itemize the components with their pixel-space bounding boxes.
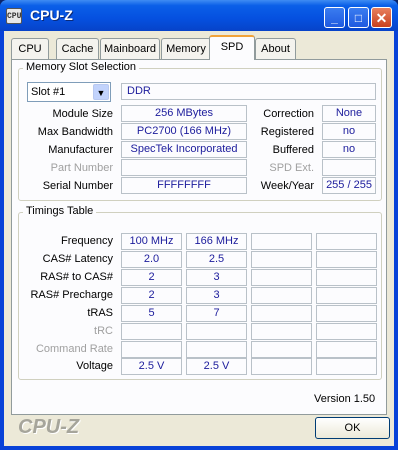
timing-row-label: RAS# to CAS# [40, 271, 113, 283]
timing-cell [251, 251, 312, 268]
timings-table-title: Timings Table [23, 205, 97, 217]
correction-label: Correction [263, 108, 314, 120]
week-year-label: Week/Year [260, 180, 314, 192]
timing-cell [121, 341, 182, 358]
timing-cell [186, 323, 247, 340]
timing-cell: 100 MHz [121, 233, 182, 250]
tab-spd[interactable]: SPD [209, 35, 255, 60]
timing-cell [251, 233, 312, 250]
tab-cache[interactable]: Cache [56, 38, 99, 59]
timing-row-label: RAS# Precharge [30, 289, 113, 301]
timing-cell: 2.5 V [121, 358, 182, 375]
timing-cell [251, 341, 312, 358]
timing-cell [316, 305, 377, 322]
timing-cell [316, 287, 377, 304]
minimize-icon: _ [331, 11, 338, 25]
timing-cell: 2.5 V [186, 358, 247, 375]
timing-cell [316, 358, 377, 375]
part-number-value [121, 159, 247, 176]
close-button[interactable]: ✕ [371, 7, 392, 28]
registered-value: no [322, 123, 376, 140]
registered-label: Registered [260, 126, 314, 138]
timing-cell [186, 341, 247, 358]
maximize-icon: □ [354, 11, 363, 25]
title-bar[interactable]: CPU CPU-Z _ □ ✕ [0, 0, 398, 31]
timing-row-label: Command Rate [35, 343, 113, 355]
minimize-button[interactable]: _ [324, 7, 345, 28]
memory-type-field: DDR [121, 83, 376, 100]
chevron-down-icon[interactable]: ▼ [93, 84, 109, 100]
cpu-z-window: CPU CPU-Z _ □ ✕ CPU Cache Mainboard Memo… [0, 0, 398, 450]
timing-cell [251, 358, 312, 375]
timing-row-label: tRAS [87, 307, 113, 319]
cpu-z-app-icon: CPU [6, 8, 22, 24]
timing-cell [316, 251, 377, 268]
close-icon: ✕ [375, 10, 388, 26]
module-size-label: Module Size [52, 108, 113, 120]
timing-cell: 166 MHz [186, 233, 247, 250]
timing-row-label: Frequency [61, 235, 113, 247]
timing-cell [316, 341, 377, 358]
cpu-z-brand-logo: CPU-Z [18, 416, 80, 438]
slot-select[interactable]: Slot #1 ▼ [27, 82, 111, 102]
timing-cell [316, 233, 377, 250]
week-year-value: 255 / 255 [322, 177, 376, 194]
max-bandwidth-value: PC2700 (166 MHz) [121, 123, 247, 140]
manufacturer-label: Manufacturer [48, 144, 113, 156]
timing-row-label: tRC [94, 325, 113, 337]
buffered-value: no [322, 141, 376, 158]
serial-number-value: FFFFFFFF [121, 177, 247, 194]
version-label: Version 1.50 [314, 393, 376, 405]
tab-memory[interactable]: Memory [161, 38, 211, 59]
timing-cell: 2 [121, 269, 182, 286]
timing-cell [316, 269, 377, 286]
timing-cell [251, 287, 312, 304]
timing-cell: 2.5 [186, 251, 247, 268]
timing-row-label: CAS# Latency [42, 253, 113, 265]
tab-cpu[interactable]: CPU [11, 38, 49, 59]
timing-cell [316, 323, 377, 340]
slot-select-value: Slot #1 [31, 86, 66, 98]
timing-cell: 5 [121, 305, 182, 322]
tab-about[interactable]: About [255, 38, 296, 59]
window-title: CPU-Z [30, 7, 73, 23]
timing-cell [251, 305, 312, 322]
memory-slot-group-title: Memory Slot Selection [23, 61, 140, 73]
timing-cell: 2 [121, 287, 182, 304]
spd-ext-value [322, 159, 376, 176]
timing-cell [121, 323, 182, 340]
timing-row-label: Voltage [76, 360, 113, 372]
correction-value: None [322, 105, 376, 122]
timing-cell: 3 [186, 269, 247, 286]
part-number-label: Part Number [50, 162, 113, 174]
timing-cell: 3 [186, 287, 247, 304]
maximize-button[interactable]: □ [348, 7, 369, 28]
timing-cell [251, 323, 312, 340]
tab-mainboard[interactable]: Mainboard [100, 38, 160, 59]
ok-button[interactable]: OK [315, 417, 390, 439]
buffered-label: Buffered [272, 144, 314, 156]
module-size-value: 256 MBytes [121, 105, 247, 122]
timing-cell [251, 269, 312, 286]
timing-cell: 7 [186, 305, 247, 322]
manufacturer-value: SpecTek Incorporated [121, 141, 247, 158]
max-bandwidth-label: Max Bandwidth [37, 126, 113, 138]
timing-cell: 2.0 [121, 251, 182, 268]
spd-ext-label: SPD Ext. [269, 162, 314, 174]
serial-number-label: Serial Number [42, 180, 113, 192]
